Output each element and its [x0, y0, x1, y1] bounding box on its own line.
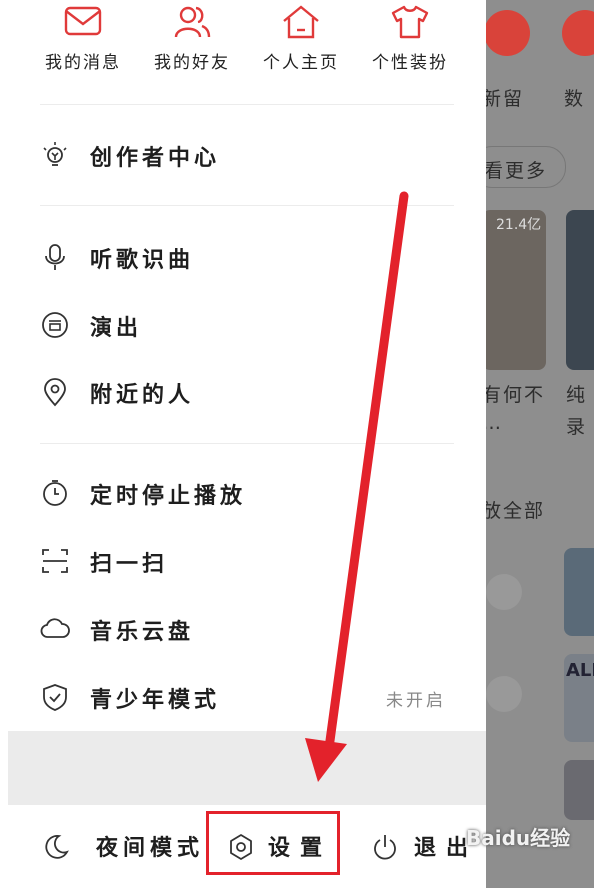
red-arrow-annotation [305, 191, 409, 782]
baidu-watermark: Baidu经验 [466, 826, 571, 850]
